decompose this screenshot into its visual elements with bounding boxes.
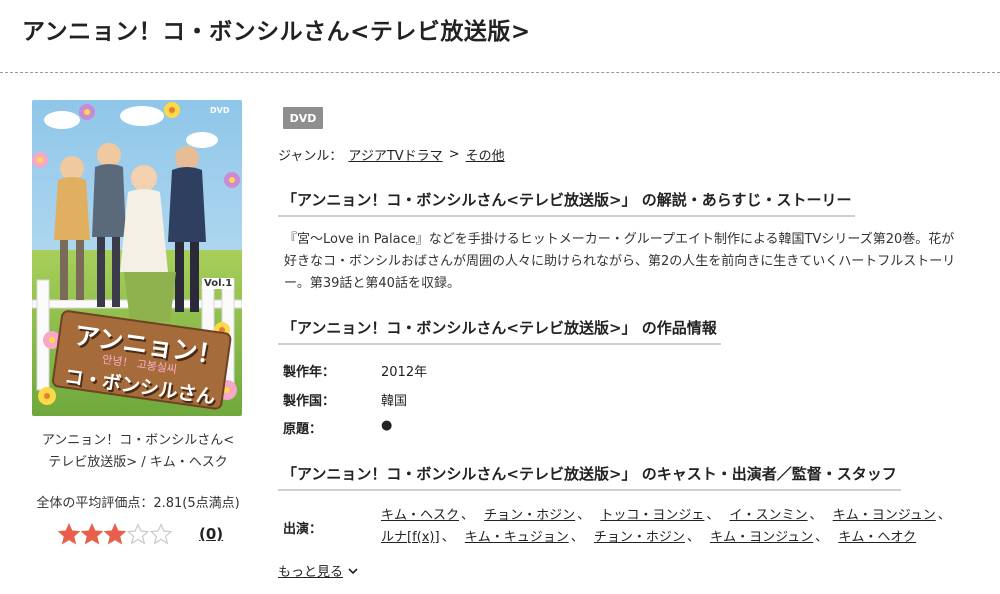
production-country-value: 韓国 xyxy=(381,394,408,409)
genre-separator: > xyxy=(448,147,460,162)
cast-separator: 、 xyxy=(937,508,951,523)
cast-heading: 「アンニョン！コ・ボンシルさん<テレビ放送版>」 のキャスト・出演者／監督・スタ… xyxy=(278,463,901,491)
cast-link[interactable]: ルナ[f(x)] xyxy=(381,530,440,545)
genre-breadcrumb: ジャンル： アジアTVドラマ > その他 xyxy=(278,145,505,164)
page-title: アンニョン！コ・ボンシルさん<テレビ放送版> xyxy=(22,19,531,45)
cover-vol-label: Vol.1 xyxy=(202,278,235,289)
cast-link[interactable]: イ・スンミン xyxy=(730,508,808,523)
cast-separator: 、 xyxy=(441,530,455,545)
production-year-label: 製作年： xyxy=(283,365,336,380)
genre-label: ジャンル： xyxy=(278,149,343,164)
average-rating-text: 全体の平均評価点：2.81(5点満点) xyxy=(36,496,240,511)
original-title-value: ● xyxy=(381,418,393,433)
cast-list: キム・ヘスク、 チョン・ホジン、 トッコ・ヨンジェ、 イ・スンミン、 キム・ヨン… xyxy=(381,505,973,549)
cast-link[interactable]: キム・キュジョン xyxy=(465,530,569,545)
title-divider xyxy=(0,72,1000,73)
cast-separator: 、 xyxy=(686,530,700,545)
genre-link-asia-tv-drama[interactable]: アジアTVドラマ xyxy=(348,145,442,164)
rating-stars xyxy=(58,523,172,545)
cast-label: 出演： xyxy=(283,522,323,537)
work-info-heading: 「アンニョン！コ・ボンシルさん<テレビ放送版>」 の作品情報 xyxy=(278,317,721,345)
genre-link-other[interactable]: その他 xyxy=(466,145,505,164)
cover-caption-line2: テレビ放送版> / キム・ヘスク xyxy=(48,455,228,470)
synopsis-text: 『宮〜Love in Palace』などを手掛けるヒットメーカー・グループエイト… xyxy=(284,232,956,291)
cast-separator: 、 xyxy=(809,508,823,523)
cast-link[interactable]: チョン・ホジン xyxy=(484,508,575,523)
original-title-label: 原題： xyxy=(283,422,323,437)
star-filled-icon xyxy=(58,523,80,545)
star-empty-icon xyxy=(127,523,149,545)
cast-link[interactable]: キム・ヨンジュン xyxy=(710,530,813,545)
star-filled-icon xyxy=(81,523,103,545)
cast-link[interactable]: キム・ヨンジュン xyxy=(833,508,936,523)
cover-caption: アンニョン！コ・ボンシルさん< テレビ放送版> / キム・ヘスク xyxy=(22,430,254,474)
chevron-down-icon xyxy=(348,567,358,574)
star-filled-icon xyxy=(104,523,126,545)
production-year-value: 2012年 xyxy=(381,365,428,380)
production-country-label: 製作国： xyxy=(283,394,336,409)
cast-link[interactable]: キム・ヘスク xyxy=(381,508,459,523)
synopsis-heading: 「アンニョン！コ・ボンシルさん<テレビ放送版>」 の解説・あらすじ・ストーリー xyxy=(278,189,856,217)
cast-separator: 、 xyxy=(577,508,591,523)
cast-separator: 、 xyxy=(461,508,475,523)
cast-separator: 、 xyxy=(706,508,720,523)
review-count-link[interactable]: (0) xyxy=(199,525,223,543)
cast-link[interactable]: トッコ・ヨンジェ xyxy=(600,508,704,523)
star-empty-icon xyxy=(150,523,172,545)
dvd-cover-image[interactable]: アンニョン！ 안녕！ 고봉실씨 コ・ボンシルさん Vol.1 DVD xyxy=(32,100,242,416)
format-badge: DVD xyxy=(283,107,323,129)
cover-caption-line1: アンニョン！コ・ボンシルさん< xyxy=(41,433,235,448)
cast-link[interactable]: キム・ヘオク xyxy=(838,530,916,545)
show-more-button[interactable]: もっと見る xyxy=(278,561,359,580)
show-more-label: もっと見る xyxy=(278,565,344,580)
cover-format-mark: DVD xyxy=(210,106,230,115)
cast-link[interactable]: チョン・ホジン xyxy=(594,530,685,545)
cast-separator: 、 xyxy=(570,530,584,545)
cast-separator: 、 xyxy=(815,530,829,545)
